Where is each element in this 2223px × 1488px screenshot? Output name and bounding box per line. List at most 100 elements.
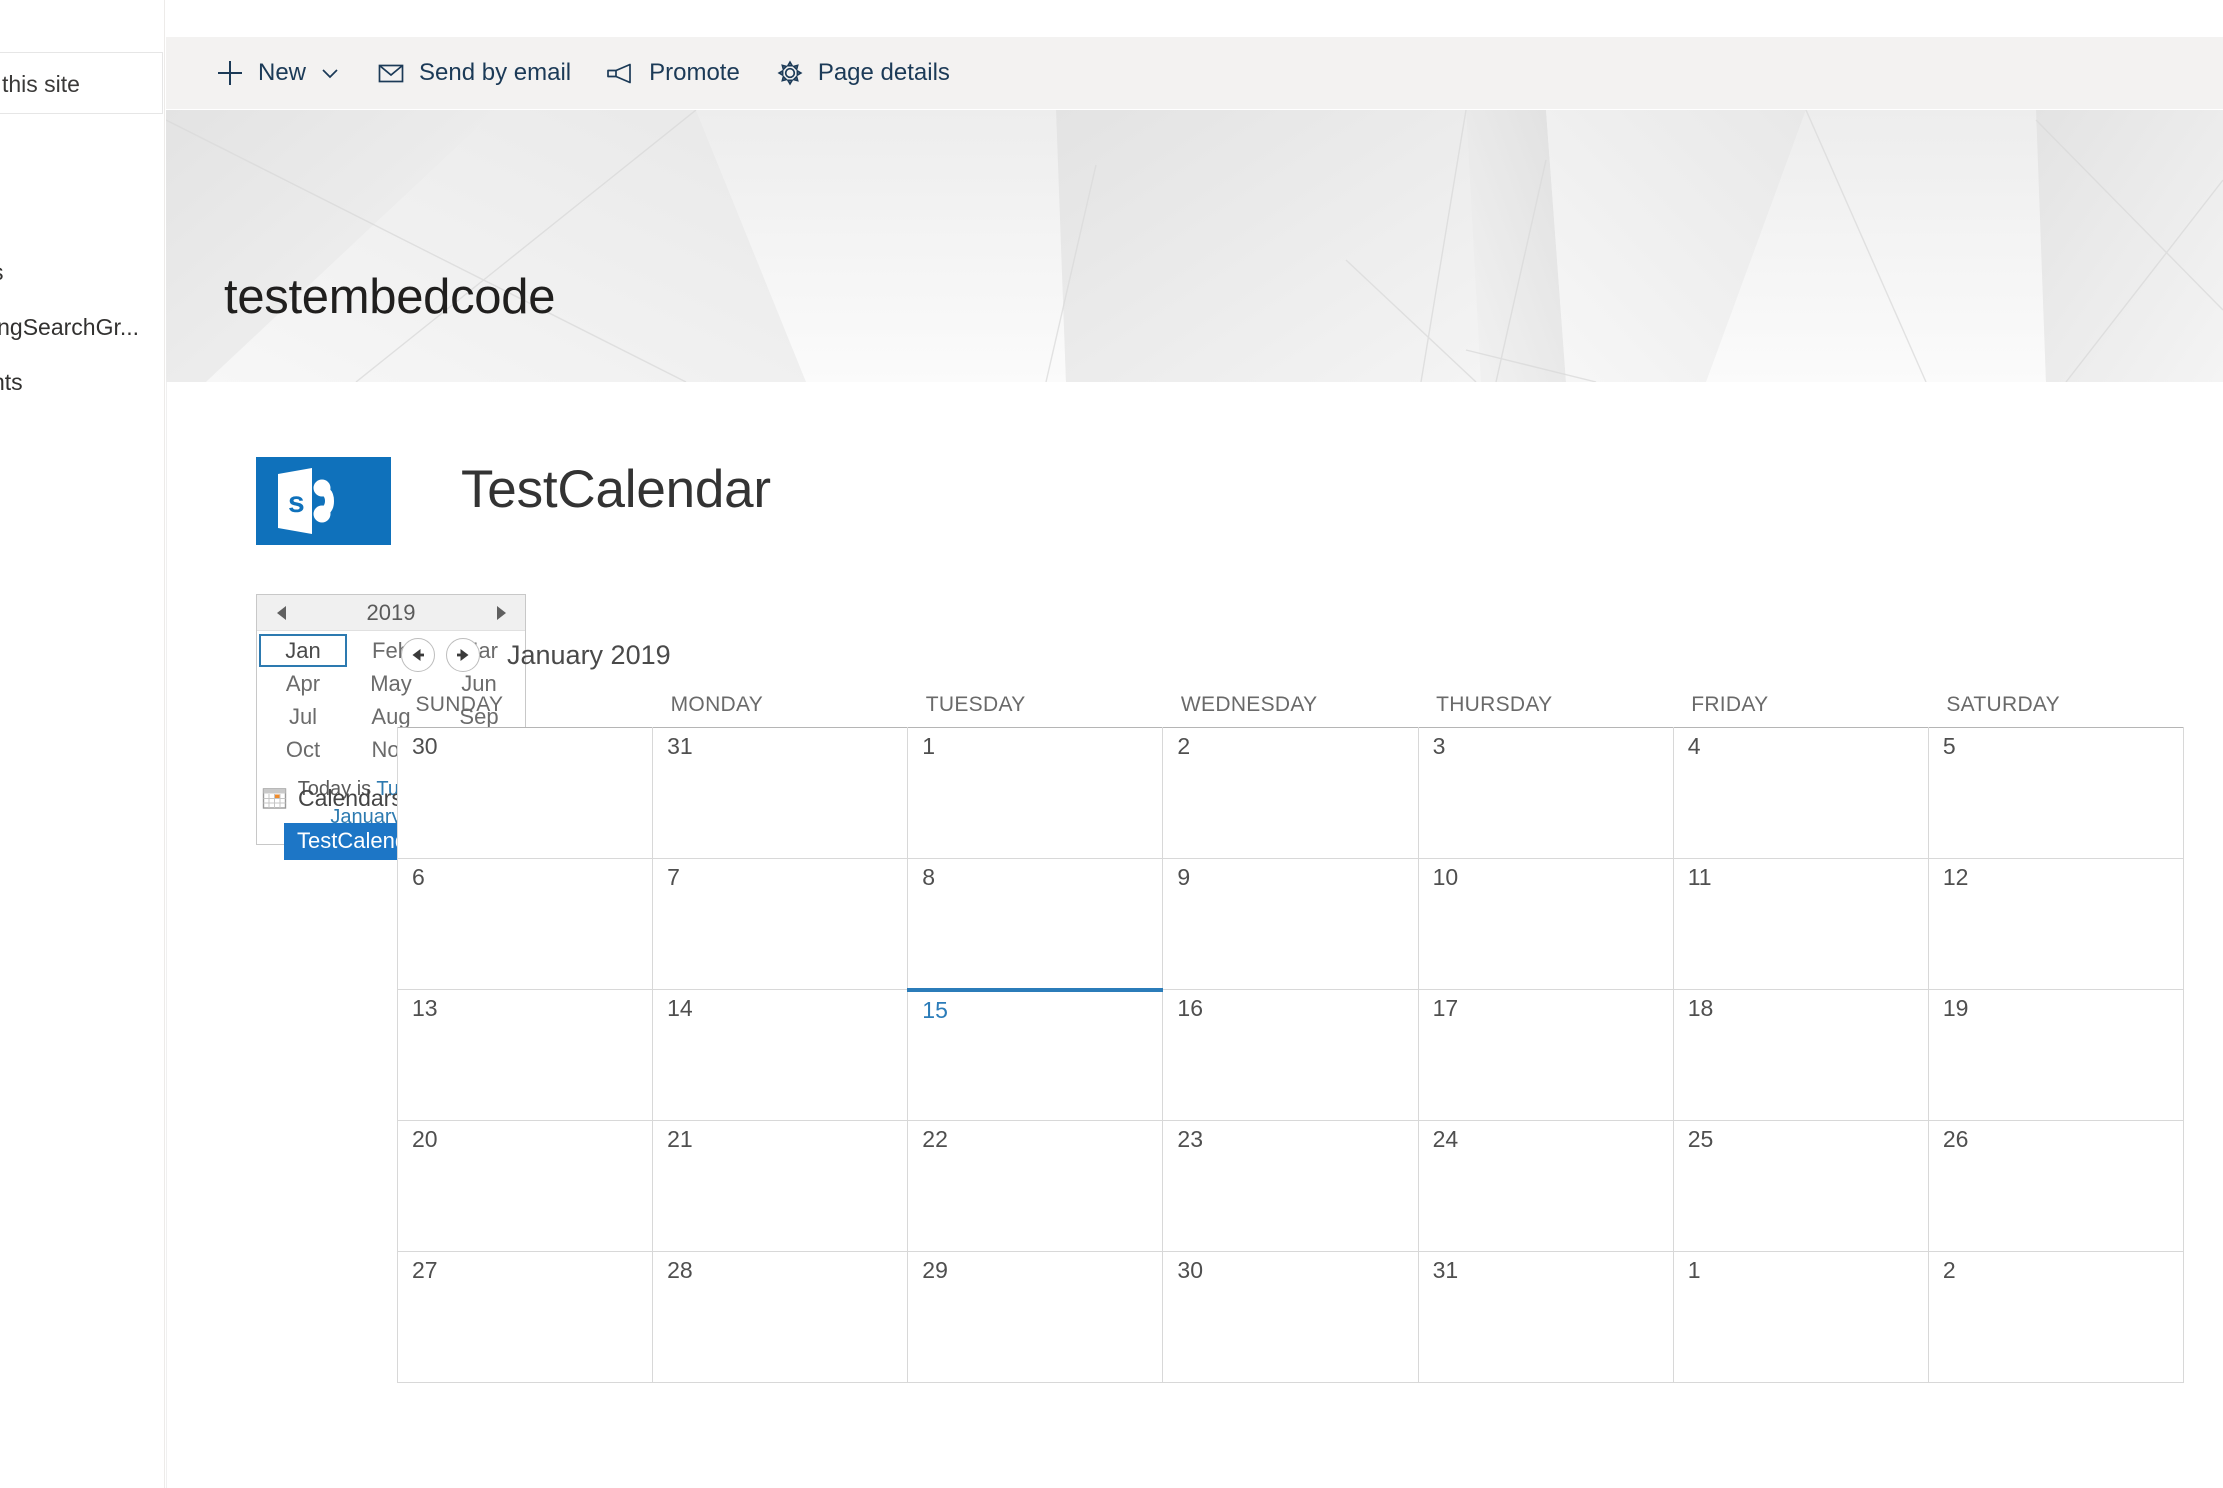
search-input[interactable]: this site	[0, 52, 163, 114]
day-cell[interactable]: 18	[1672, 989, 1929, 1121]
day-cell[interactable]: 12	[1927, 858, 2185, 990]
day-number: 30	[1177, 1257, 1204, 1283]
sidebar-item-1[interactable]: ingSearchGr...	[0, 300, 164, 355]
day-cell[interactable]: 9	[1162, 858, 1419, 990]
day-cell[interactable]: 31	[1417, 1251, 1674, 1383]
page-title: testembedcode	[224, 270, 556, 324]
day-number: 11	[1687, 864, 1712, 890]
day-number: 17	[1432, 995, 1459, 1021]
prev-year-arrow-icon[interactable]	[261, 595, 301, 630]
weekday-header-tuesday: TUESDAY	[925, 693, 1026, 716]
calendar-table: SUNDAY MONDAY TUESDAY WEDNESDAY THURSDAY…	[396, 693, 2185, 1383]
day-cell[interactable]: 7	[652, 858, 909, 990]
day-number: 8	[922, 864, 936, 890]
day-number: 20	[412, 1126, 438, 1152]
day-cell[interactable]: 31	[652, 727, 909, 859]
weekday-header-friday: FRIDAY	[1691, 693, 1769, 716]
day-cell[interactable]: 26	[1927, 1120, 2185, 1252]
month-cell-jul[interactable]: Jul	[259, 700, 347, 733]
day-cell[interactable]: 4	[1672, 727, 1929, 859]
month-cell-apr[interactable]: Apr	[259, 667, 347, 700]
calendar-month-label: January 2019	[507, 639, 671, 670]
day-cell[interactable]: 6	[396, 858, 654, 990]
megaphone-icon	[605, 57, 637, 89]
day-number: 15	[922, 996, 948, 1023]
day-number: 22	[922, 1126, 948, 1152]
day-number: 31	[667, 733, 693, 759]
day-number: 27	[412, 1257, 438, 1283]
day-cell[interactable]: 25	[1672, 1120, 1929, 1252]
day-cell[interactable]: 2	[1927, 1251, 2185, 1383]
month-cell-jan[interactable]: Jan	[259, 634, 347, 667]
new-button-label: New	[258, 59, 307, 86]
promote-label: Promote	[649, 59, 740, 86]
arrow-right-icon	[457, 649, 469, 661]
day-cell[interactable]: 5	[1927, 727, 2185, 859]
promote-button[interactable]: Promote	[588, 37, 757, 109]
calendar-week-row: 20 21 22 23 24 25 26	[396, 1120, 2185, 1252]
day-cell[interactable]: 3	[1417, 727, 1674, 859]
calendar-week-row: 13 14 15 16 17 18 19	[396, 987, 2185, 1121]
calendar-navigation: January 2019	[397, 632, 2184, 678]
page-root: this site s ingSearchGr... nts New	[0, 0, 2223, 1488]
day-cell[interactable]: 30	[396, 727, 654, 859]
month-cell-oct[interactable]: Oct	[259, 733, 347, 766]
day-cell[interactable]: 13	[396, 989, 654, 1121]
previous-month-button[interactable]	[401, 638, 435, 672]
day-cell[interactable]: 17	[1417, 989, 1674, 1121]
day-cell[interactable]: 8	[907, 858, 1164, 990]
envelope-icon	[375, 57, 407, 89]
next-month-button[interactable]	[446, 638, 480, 672]
page-details-button[interactable]: Page details	[757, 37, 967, 109]
next-year-arrow-icon[interactable]	[481, 595, 521, 630]
day-cell[interactable]: 10	[1417, 858, 1674, 990]
day-cell[interactable]: 29	[907, 1251, 1164, 1383]
left-navigation-rail: this site s ingSearchGr... nts	[0, 0, 165, 1488]
gear-icon	[774, 57, 806, 89]
day-cell[interactable]: 2	[1162, 727, 1419, 859]
weekday-header-monday: MONDAY	[670, 693, 764, 716]
day-cell[interactable]: 23	[1162, 1120, 1419, 1252]
day-cell[interactable]: 27	[396, 1251, 654, 1383]
day-cell[interactable]: 1	[907, 727, 1164, 859]
day-cell[interactable]: 28	[652, 1251, 909, 1383]
calendar-icon	[262, 786, 287, 811]
page-details-label: Page details	[817, 59, 950, 86]
sidebar-item-0[interactable]: s	[0, 245, 164, 300]
day-cell[interactable]: 16	[1162, 989, 1419, 1121]
day-number: 13	[412, 995, 438, 1021]
day-number: 25	[1687, 1126, 1714, 1152]
sidebar-item-2[interactable]: nts	[0, 355, 164, 410]
day-number: 31	[1432, 1257, 1459, 1283]
day-cell[interactable]: 1	[1672, 1251, 1929, 1383]
main-content: s TestCalendar 2019 Jan Feb Mar Apr May …	[166, 382, 2223, 1488]
day-cell[interactable]: 24	[1417, 1120, 1674, 1252]
day-number: 6	[412, 864, 425, 890]
day-number: 3	[1432, 733, 1446, 759]
day-number: 1	[922, 733, 936, 759]
new-button[interactable]: New	[197, 37, 358, 109]
day-cell[interactable]: 30	[1162, 1251, 1419, 1383]
arrow-left-icon	[412, 649, 424, 661]
weekday-header-thursday: THURSDAY	[1436, 693, 1553, 716]
day-number: 26	[1942, 1126, 1969, 1152]
search-placeholder-text: this site	[2, 71, 80, 97]
day-cell[interactable]: 19	[1927, 989, 2185, 1121]
send-by-email-button[interactable]: Send by email	[358, 37, 588, 109]
day-cell[interactable]: 22	[907, 1120, 1164, 1252]
day-number: 5	[1942, 733, 1956, 759]
day-number: 2	[1177, 733, 1191, 759]
day-number: 28	[667, 1257, 693, 1283]
day-number: 1	[1687, 1257, 1701, 1283]
day-cell[interactable]: 21	[652, 1120, 909, 1252]
day-cell[interactable]: 14	[652, 989, 909, 1121]
calendar-week-row: 27 28 29 30 31 1 2	[396, 1251, 2185, 1383]
chevron-down-icon[interactable]	[319, 62, 341, 84]
sharepoint-logo-icon: s	[256, 457, 391, 545]
month-picker-year: 2019	[366, 599, 416, 625]
day-cell[interactable]: 11	[1672, 858, 1929, 990]
day-cell[interactable]: 20	[396, 1120, 654, 1252]
day-number: 23	[1177, 1126, 1204, 1152]
day-cell-today[interactable]: 15	[907, 987, 1164, 1121]
day-number: 19	[1942, 995, 1969, 1021]
